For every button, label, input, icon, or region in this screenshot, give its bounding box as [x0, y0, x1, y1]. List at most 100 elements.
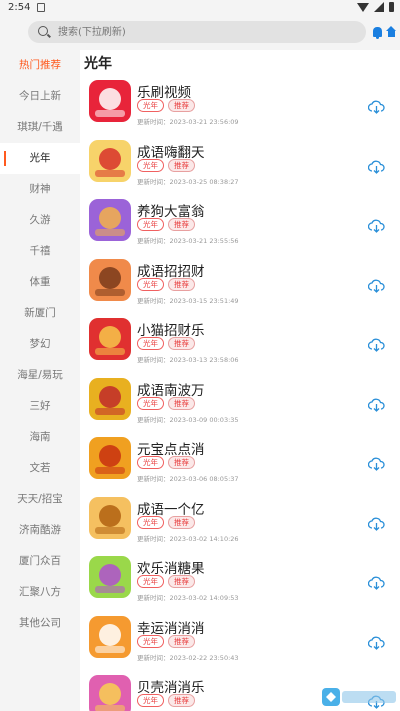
- sidebar-item[interactable]: 梦幻: [0, 329, 80, 360]
- app-name: 成语一个亿: [137, 501, 205, 518]
- god-icon[interactable]: [89, 377, 131, 420]
- app-row[interactable]: 成语嗨翻天 光年 推荐 更新时间：2023-03-25 08:38:27: [80, 139, 400, 200]
- sidebar-item[interactable]: 济南酷游: [0, 515, 80, 546]
- caishen-icon[interactable]: [89, 139, 131, 182]
- company-tag: 光年: [137, 634, 164, 648]
- update-time: 更新时间：2023-03-09 00:03:35: [137, 415, 239, 424]
- watermark-logo: [322, 688, 396, 706]
- app-row[interactable]: 小猫招财乐 光年 推荐 更新时间：2023-03-13 23:58:06: [80, 318, 400, 378]
- app-row[interactable]: 乐刷视频 光年 推荐 更新时间：2023-03-21 23:56:09: [80, 80, 400, 140]
- signal-icon: [374, 2, 384, 12]
- cloud-download-icon[interactable]: [368, 160, 385, 174]
- search-bar[interactable]: [28, 21, 366, 43]
- company-tag: 光年: [137, 396, 164, 410]
- sidebar-item[interactable]: 三好: [0, 391, 80, 422]
- play-icon[interactable]: [89, 80, 131, 122]
- app-name: 贝壳消消乐: [137, 680, 205, 696]
- battery-icon: [389, 2, 394, 12]
- main-content: 光年 乐刷视频 光年 推荐 更新时间：2023-03-21 23:56:09 成语嗨翻天…: [80, 50, 400, 711]
- app-name: 元宝点点消: [137, 442, 205, 458]
- app-row[interactable]: 元宝点点消 光年 推荐 更新时间：2023-03-06 08:05:37: [80, 437, 400, 497]
- candy-icon[interactable]: [89, 556, 131, 598]
- app-row[interactable]: 成语南波万 光年 推荐 更新时间：2023-03-09 00:03:35: [80, 377, 400, 438]
- girl-icon[interactable]: [89, 258, 131, 301]
- recommend-tag: 推荐: [168, 694, 195, 707]
- app-row[interactable]: 成语招招财 光年 推荐 更新时间：2023-03-15 23:51:49: [80, 258, 400, 319]
- sidebar-item[interactable]: 琪琪/千遇: [0, 112, 80, 143]
- company-tag: 光年: [137, 515, 164, 529]
- recommend-tag: 推荐: [168, 99, 195, 112]
- app-name: 成语嗨翻天: [137, 144, 205, 161]
- wifi-icon: [357, 2, 369, 12]
- sidebar-item[interactable]: 千禧: [0, 236, 80, 267]
- update-time: 更新时间：2023-03-21 23:56:09: [137, 118, 239, 126]
- cloud-download-icon[interactable]: [368, 219, 385, 233]
- recommend-tag: 推荐: [168, 515, 195, 529]
- app-list: 乐刷视频 光年 推荐 更新时间：2023-03-21 23:56:09 成语嗨翻天 光年推…: [80, 80, 400, 711]
- status-bar: 2:54: [0, 0, 400, 16]
- cloud-download-icon[interactable]: [368, 279, 385, 293]
- sidebar-item[interactable]: 海星/易玩: [0, 360, 80, 391]
- sidebar: 热门推荐 今日上新 琪琪/千遇 光年 财神 久游 千禧 体重 新厦门 梦幻 海星/易玩 三好 海南 文若天…: [0, 50, 80, 711]
- app-name: 幸运消消消: [137, 620, 205, 637]
- app-name: 成语南波万: [137, 382, 205, 399]
- sidebar-item[interactable]: 海南: [0, 422, 80, 453]
- cat-icon[interactable]: [89, 318, 131, 360]
- sidebar-item[interactable]: 体重: [0, 267, 80, 298]
- company-tag: 光年: [137, 99, 164, 112]
- cloud-download-icon[interactable]: [368, 576, 385, 590]
- recommend-tag: 推荐: [168, 218, 195, 231]
- app-row[interactable]: 成语一个亿 光年 推荐更新时间：2023-03-02 14:10:26: [80, 496, 400, 557]
- sidebar-item[interactable]: 新厦门: [0, 298, 80, 329]
- company-tag: 光年: [137, 694, 164, 707]
- app-name: 欢乐消糖果: [137, 561, 205, 577]
- home-icon[interactable]: [386, 26, 397, 38]
- update-time: 更新时间：2023-02-22 23:50:43: [137, 653, 239, 662]
- app-row[interactable]: 欢乐消糖果 光年 推荐 更新时间：2023-03-02 14:09:53: [80, 556, 400, 616]
- bell-icon[interactable]: [373, 27, 382, 39]
- cloud-download-icon[interactable]: [368, 636, 385, 650]
- sidebar-item[interactable]: 今日上新: [0, 81, 80, 112]
- app-row[interactable]: 养狗大富翁 光年 推荐 更新时间：2023-03-21 23:55:56: [80, 199, 400, 259]
- sidebar-item[interactable]: 厦门众百: [0, 546, 80, 577]
- sidebar-item[interactable]: 文若: [0, 453, 80, 484]
- cloud-download-icon[interactable]: [368, 398, 385, 412]
- company-tag: 光年: [137, 337, 164, 350]
- cloud-download-icon[interactable]: [368, 457, 385, 471]
- company-tag: 光年: [137, 575, 164, 588]
- sidebar-item[interactable]: 其他公司: [0, 608, 80, 639]
- app-name: 小猫招财乐: [137, 323, 205, 339]
- recommend-tag: 推荐: [168, 337, 195, 350]
- sidebar-item[interactable]: 汇聚八方: [0, 577, 80, 608]
- sidebar-item[interactable]: 久游: [0, 205, 80, 236]
- dog-icon[interactable]: [89, 199, 131, 241]
- cloud-download-icon[interactable]: [368, 100, 385, 114]
- page-title: 光年: [84, 56, 112, 72]
- tiger-icon[interactable]: [89, 615, 131, 658]
- recommend-tag: 推荐: [168, 158, 195, 172]
- status-time: 2:54: [8, 2, 31, 13]
- search-icon: [38, 26, 48, 36]
- coin-icon[interactable]: [89, 496, 131, 539]
- update-time: 更新时间：2023-03-02 14:10:26: [137, 534, 239, 543]
- notification-icon: [37, 3, 45, 12]
- recommend-tag: 推荐: [168, 634, 195, 648]
- app-row[interactable]: 幸运消消消 光年 推荐更新时间：2023-02-22 23:50:43: [80, 615, 400, 676]
- update-time: 更新时间：2023-03-15 23:51:49: [137, 296, 239, 305]
- sidebar-item[interactable]: 光年: [0, 143, 80, 174]
- search-input[interactable]: [58, 21, 348, 43]
- company-tag: 光年: [137, 277, 164, 291]
- sidebar-item[interactable]: 财神: [0, 174, 80, 205]
- recommend-tag: 推荐: [168, 277, 195, 291]
- sidebar-item[interactable]: 天天/招宝: [0, 484, 80, 515]
- recommend-tag: 推荐: [168, 575, 195, 588]
- cloud-download-icon[interactable]: [368, 338, 385, 352]
- company-tag: 光年: [137, 218, 164, 231]
- update-time: 更新时间：2023-03-21 23:55:56: [137, 237, 239, 245]
- sidebar-item[interactable]: 热门推荐: [0, 50, 80, 81]
- gold-ingot-icon[interactable]: [89, 437, 131, 479]
- shell-icon[interactable]: [89, 675, 131, 711]
- company-tag: 光年: [137, 456, 164, 469]
- update-time: 更新时间：2023-03-06 08:05:37: [137, 475, 239, 483]
- cloud-download-icon[interactable]: [368, 517, 385, 531]
